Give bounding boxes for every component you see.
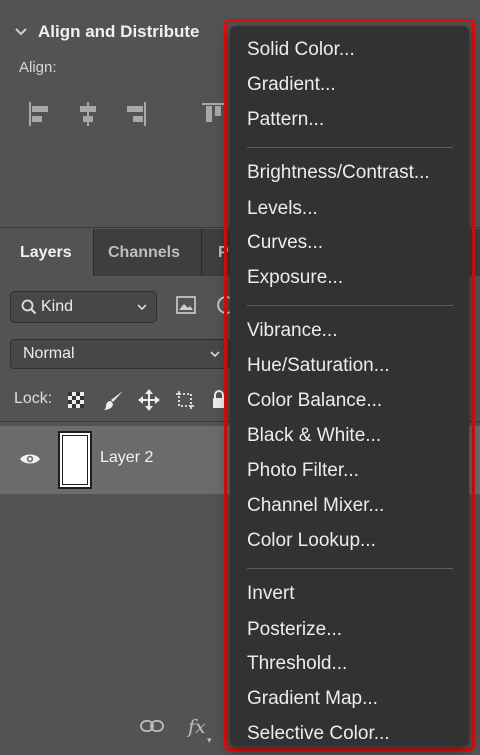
menu-item-vibrance[interactable]: Vibrance... bbox=[247, 319, 337, 343]
tab-layers[interactable]: Layers bbox=[0, 229, 93, 276]
align-top-edges-icon[interactable] bbox=[202, 102, 224, 126]
align-left-edges-icon[interactable] bbox=[28, 102, 50, 126]
menu-item-threshold[interactable]: Threshold... bbox=[247, 652, 347, 676]
menu-item-color-balance[interactable]: Color Balance... bbox=[247, 389, 382, 413]
align-horizontal-centers-icon[interactable] bbox=[77, 102, 99, 126]
chevron-down-icon bbox=[137, 304, 147, 311]
search-icon bbox=[21, 299, 37, 315]
menu-item-channel-mixer[interactable]: Channel Mixer... bbox=[247, 494, 384, 518]
menu-item-curves[interactable]: Curves... bbox=[247, 231, 323, 255]
layer-kind-filter[interactable]: Kind bbox=[10, 291, 157, 323]
blend-mode-label: Normal bbox=[23, 345, 75, 362]
menu-item-gradient-map[interactable]: Gradient Map... bbox=[247, 687, 378, 711]
kind-filter-label: Kind bbox=[41, 298, 74, 315]
lock-row: Lock: bbox=[14, 390, 52, 408]
menu-divider bbox=[247, 568, 453, 569]
chevron-down-icon bbox=[15, 28, 27, 36]
align-right-edges-icon[interactable] bbox=[125, 102, 147, 126]
layer-thumbnail[interactable] bbox=[58, 431, 92, 489]
align-panel-title: Align and Distribute bbox=[38, 22, 200, 41]
menu-item-invert[interactable]: Invert bbox=[247, 582, 295, 606]
layer-name[interactable]: Layer 2 bbox=[100, 449, 153, 467]
menu-divider bbox=[247, 305, 453, 306]
prevent-auto-nesting-icon[interactable] bbox=[174, 389, 196, 411]
menu-item-exposure[interactable]: Exposure... bbox=[247, 266, 343, 290]
lock-label: Lock: bbox=[14, 390, 53, 407]
menu-item-posterize[interactable]: Posterize... bbox=[247, 618, 342, 642]
new-fill-adjustment-layer-menu: Solid Color... Gradient... Pattern... Br… bbox=[230, 26, 469, 746]
lock-position-icon[interactable] bbox=[138, 389, 160, 411]
menu-divider bbox=[247, 147, 453, 148]
lock-transparent-pixels-icon[interactable] bbox=[67, 391, 85, 409]
fx-dropdown-indicator-icon: ▾ bbox=[207, 735, 212, 745]
chevron-down-icon bbox=[210, 351, 220, 358]
menu-item-color-lookup[interactable]: Color Lookup... bbox=[247, 529, 376, 553]
menu-item-gradient[interactable]: Gradient... bbox=[247, 73, 336, 97]
menu-item-photo-filter[interactable]: Photo Filter... bbox=[247, 459, 359, 483]
layer-style-button[interactable]: fx bbox=[188, 716, 206, 738]
align-panel-header[interactable]: Align and Distribute bbox=[14, 22, 200, 42]
menu-item-levels[interactable]: Levels... bbox=[247, 197, 318, 221]
menu-item-pattern[interactable]: Pattern... bbox=[247, 108, 324, 132]
blend-mode-select[interactable]: Normal bbox=[10, 339, 230, 369]
tab-channels[interactable]: Channels bbox=[93, 229, 201, 276]
eye-icon[interactable] bbox=[19, 452, 41, 466]
link-layers-icon[interactable] bbox=[140, 719, 164, 733]
pixel-layer-filter-icon[interactable] bbox=[176, 296, 196, 314]
menu-item-hue-saturation[interactable]: Hue/Saturation... bbox=[247, 354, 390, 378]
menu-item-selective-color[interactable]: Selective Color... bbox=[247, 722, 390, 746]
align-label: Align: bbox=[19, 59, 57, 76]
menu-item-black-white[interactable]: Black & White... bbox=[247, 424, 381, 448]
menu-item-solid-color[interactable]: Solid Color... bbox=[247, 38, 355, 62]
lock-image-pixels-icon[interactable] bbox=[103, 389, 125, 411]
menu-item-brightness-contrast[interactable]: Brightness/Contrast... bbox=[247, 161, 430, 185]
